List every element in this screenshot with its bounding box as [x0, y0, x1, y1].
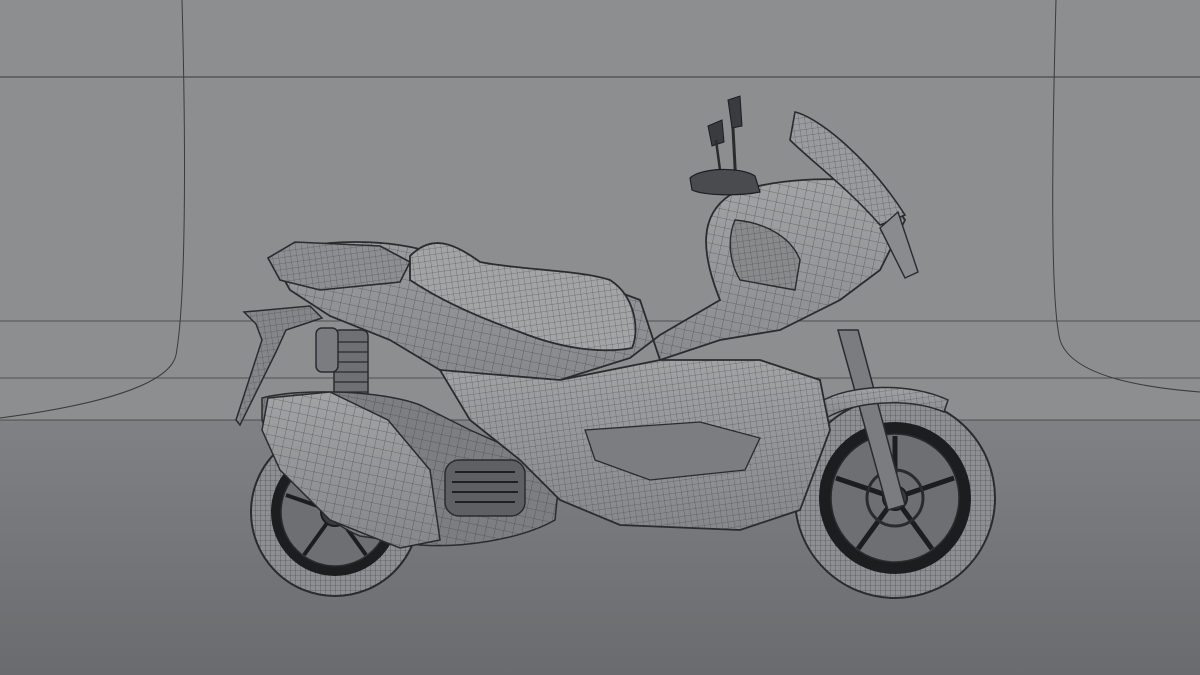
render-viewport — [0, 0, 1200, 675]
wireframe-scene — [0, 0, 1200, 675]
